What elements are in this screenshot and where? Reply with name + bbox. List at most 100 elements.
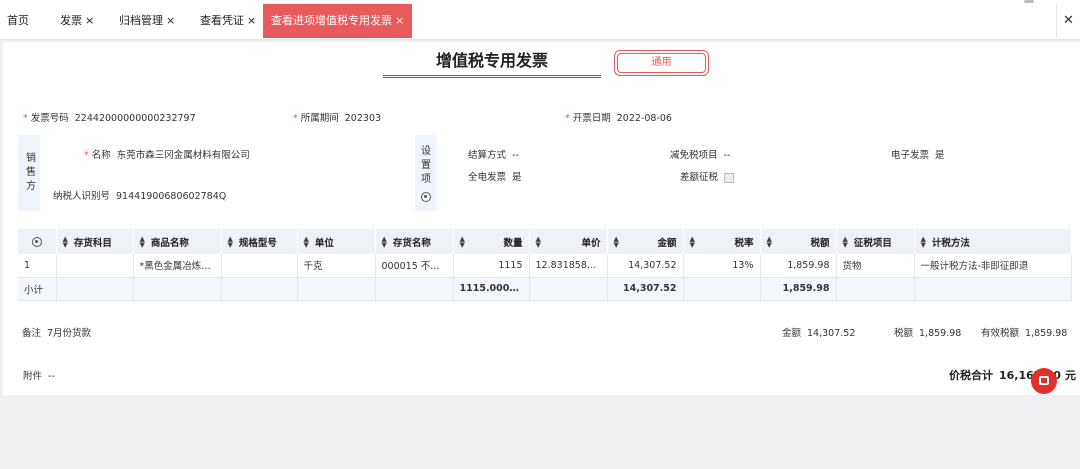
seller-name-field: * 名称 东莞市森三冈金属材料有限公司	[84, 150, 250, 161]
column-header[interactable]: ▲ ▼ 规格型号	[221, 229, 298, 254]
column-header[interactable]: ▲ ▼ 商品名称	[133, 229, 222, 254]
tab-input-vat-invoice[interactable]: 查看进项增值税专用发票 ×	[263, 4, 413, 38]
column-header[interactable]: ▲ ▼ 金额	[607, 229, 684, 254]
invoice-type-label: 通用	[617, 53, 706, 73]
table-cell	[221, 277, 298, 301]
table-cell[interactable]: 一般计税方法-非即征即退	[914, 254, 1072, 278]
tax-field: 税额 1,859.98	[894, 328, 962, 339]
sort-icon: ▲ ▼	[613, 234, 619, 249]
table-cell	[375, 277, 454, 301]
tab-label: 查看凭证	[200, 14, 244, 27]
diff-tax-checkbox[interactable]	[724, 172, 735, 183]
close-window-button[interactable]: ✕	[1056, 4, 1080, 38]
sort-icon: ▲ ▼	[139, 234, 145, 249]
table-cell[interactable]: 13%	[683, 254, 761, 278]
effective-tax-field: 有效税额 1,859.98	[981, 328, 1068, 339]
table-cell[interactable]: 14,307.52	[607, 254, 684, 278]
subtotal-quantity: 1115.00000...	[453, 277, 530, 301]
chat-icon[interactable]	[1031, 368, 1057, 394]
table-cell: 1	[18, 254, 57, 278]
tab-bar: 首页 发票 × 归档管理 × 查看凭证 × 查看进项增值税专用发票 × ✕	[0, 0, 1080, 40]
column-header[interactable]: ▲ ▼ 计税方法	[914, 229, 1072, 254]
table-cell	[836, 277, 915, 301]
sort-icon: ▲ ▼	[920, 234, 926, 249]
remark-value[interactable]: 7月份货款	[47, 328, 91, 339]
seller-tax-id-value[interactable]: 91441900680602784Q	[116, 191, 226, 202]
period-value[interactable]: 202303	[345, 113, 381, 124]
subtotal-tax: 1,859.98	[760, 277, 837, 301]
gear-icon[interactable]	[421, 191, 431, 202]
column-settings[interactable]	[18, 229, 57, 254]
sort-icon: ▲ ▼	[842, 234, 848, 249]
table-cell[interactable]: 12.8318584071	[529, 254, 608, 278]
invoice-title: 增值税专用发票	[383, 48, 601, 78]
column-header[interactable]: ▲ ▼ 数量	[453, 229, 530, 254]
amount-field: 金额 14,307.52	[782, 328, 856, 339]
attachment-field: 附件 --	[23, 371, 55, 382]
table-cell[interactable]	[221, 254, 298, 278]
subtotal-row: 小计 1115.00000... 14,307.52 1,859.98	[18, 277, 1072, 301]
sort-icon: ▲ ▼	[459, 234, 465, 249]
e-invoice-field: 电子发票是	[891, 150, 945, 161]
issue-date-field: * 开票日期 2022-08-06	[565, 113, 672, 124]
column-header[interactable]: ▲ ▼ 存货科目	[56, 229, 134, 254]
subtotal-amount: 14,307.52	[607, 277, 684, 301]
tab-label: 发票	[60, 14, 82, 27]
close-icon[interactable]: ×	[85, 14, 94, 27]
column-header[interactable]: ▲ ▼ 税额	[760, 229, 837, 254]
table-cell	[529, 277, 608, 301]
invoice-card: 增值税专用发票 通用 * 发票号码 22442000000000232797 * 所属…	[3, 42, 1080, 395]
invoice-type-button[interactable]: 通用	[614, 50, 709, 76]
attachment-value[interactable]: --	[48, 371, 55, 382]
subtotal-label: 小计	[18, 277, 57, 301]
table-cell[interactable]: 000015 不...	[375, 254, 454, 278]
period-field: * 所属期间 202303	[293, 113, 382, 124]
full-e-invoice-field: 全电发票是	[468, 172, 522, 183]
close-icon[interactable]: ×	[247, 14, 256, 27]
column-header[interactable]: ▲ ▼ 税率	[683, 229, 761, 254]
sort-icon: ▲ ▼	[303, 234, 309, 249]
table-cell[interactable]	[56, 254, 134, 278]
settlement-field: 结算方式 --	[468, 150, 519, 161]
table-cell[interactable]: 货物	[836, 254, 915, 278]
gear-icon[interactable]	[31, 236, 42, 247]
table-row[interactable]: 1 *黑色金属冶炼压延 千克 000015 不... 1115 12.83185…	[18, 254, 1072, 278]
seller-tax-id-field: 纳税人识别号 91441900680602784Q	[53, 191, 227, 202]
table-cell	[133, 277, 222, 301]
column-header[interactable]: ▲ ▼ 存货名称	[375, 229, 454, 254]
tab-archive[interactable]: 归档管理 ×	[119, 4, 175, 38]
tab-label: 首页	[7, 14, 29, 27]
tab-label: 查看进项增值税专用发票	[271, 14, 392, 27]
close-icon[interactable]: ×	[395, 14, 404, 27]
issue-date-value[interactable]: 2022-08-06	[617, 113, 672, 124]
table-cell	[56, 277, 134, 301]
column-header[interactable]: ▲ ▼ 征税项目	[836, 229, 915, 254]
sort-icon: ▲ ▼	[62, 234, 68, 249]
exempt-field: 减免税项目 --	[670, 150, 731, 161]
tab-label: 归档管理	[119, 14, 163, 27]
table-cell[interactable]: 1,859.98	[760, 254, 837, 278]
table-header-row: ▲ ▼ 存货科目 ▲ ▼ 商品名称 ▲ ▼ 规格型号 ▲ ▼ 单位 ▲ ▼ 存货名称 ▲ ▼ 数量 ▲ ▼…	[18, 229, 1072, 254]
sort-icon: ▲ ▼	[689, 234, 695, 249]
table-cell[interactable]: 1115	[453, 254, 530, 278]
table-cell	[297, 277, 376, 301]
close-icon[interactable]: ×	[166, 14, 175, 27]
invoice-number-field: * 发票号码 22442000000000232797	[23, 113, 196, 124]
column-header[interactable]: ▲ ▼ 单价	[529, 229, 608, 254]
tab-invoice[interactable]: 发票 ×	[60, 4, 94, 38]
table-cell[interactable]: 千克	[297, 254, 376, 278]
table-cell[interactable]: *黑色金属冶炼压延	[133, 254, 222, 278]
sort-icon: ▲ ▼	[535, 234, 541, 249]
seller-name-value[interactable]: 东莞市森三冈金属材料有限公司	[117, 150, 250, 161]
sort-icon: ▲ ▼	[381, 234, 387, 249]
scroll-indicator	[1024, 0, 1034, 3]
settings-label: 设置项	[415, 135, 437, 211]
column-header[interactable]: ▲ ▼ 单位	[297, 229, 376, 254]
invoice-number-value[interactable]: 22442000000000232797	[75, 113, 196, 124]
diff-tax-field: 差额征税	[680, 169, 735, 183]
tab-voucher[interactable]: 查看凭证 ×	[200, 4, 256, 38]
seller-section: 销售方 * 名称 东莞市森三冈金属材料有限公司 纳税人识别号 914419006806…	[18, 135, 1071, 211]
tab-home[interactable]: 首页	[7, 4, 29, 38]
seller-label: 销售方	[18, 135, 40, 211]
sort-icon: ▲ ▼	[766, 234, 772, 249]
